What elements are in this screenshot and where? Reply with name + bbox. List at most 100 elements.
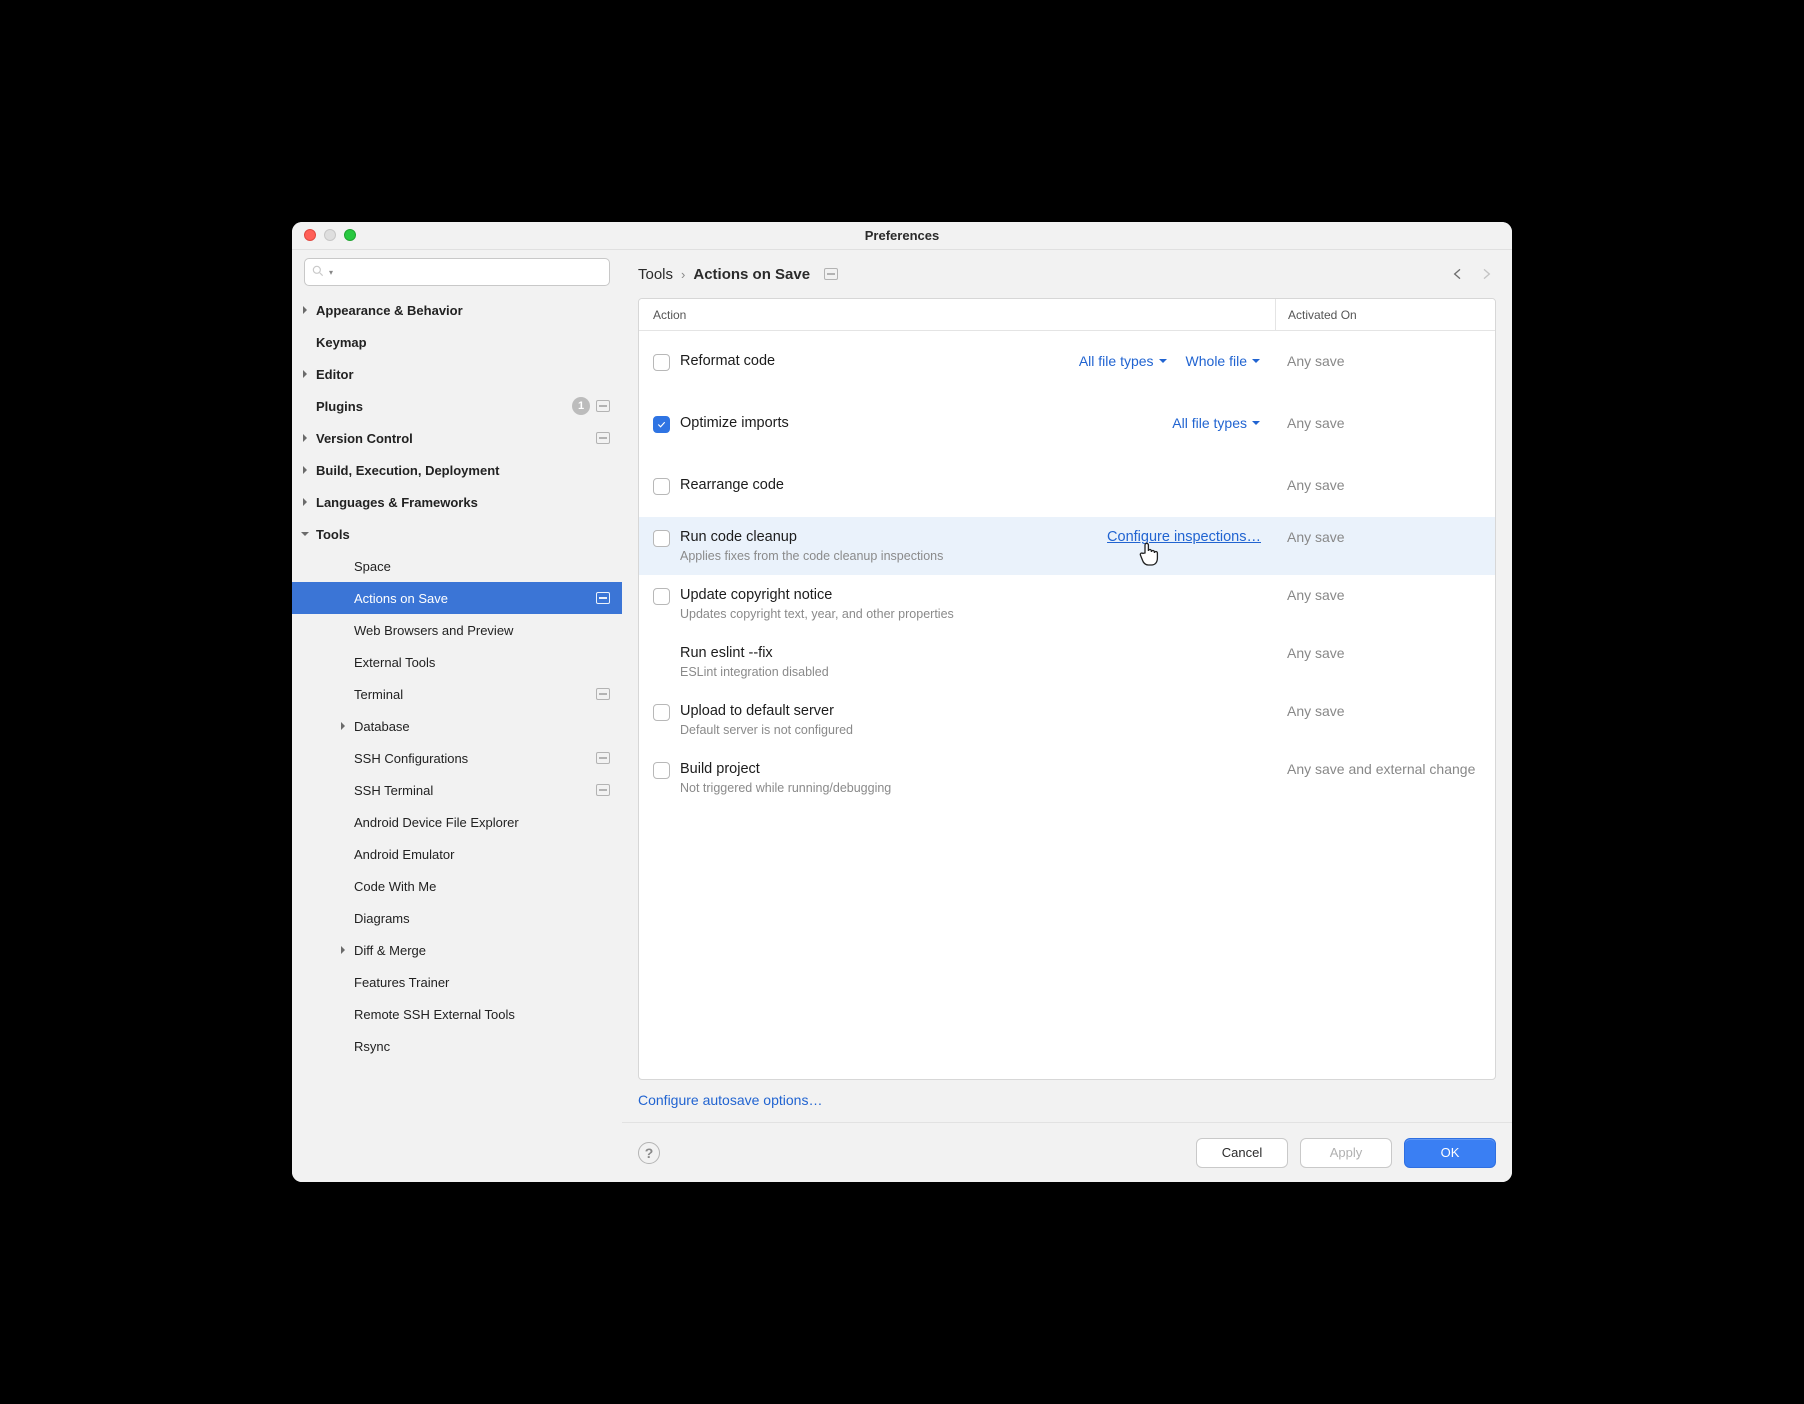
nav-item-ssh-terminal[interactable]: SSH Terminal (292, 774, 622, 806)
nav-label: Android Device File Explorer (354, 815, 610, 830)
nav-item-android-emulator[interactable]: Android Emulator (292, 838, 622, 870)
configure-autosave-link[interactable]: Configure autosave options… (638, 1092, 1496, 1108)
sidebar: ▾ Appearance & Behavior Keymap Editor Plugi… (292, 250, 622, 1182)
nav-item-languages-frameworks[interactable]: Languages & Frameworks (292, 486, 622, 518)
nav-item-code-with-me[interactable]: Code With Me (292, 870, 622, 902)
search-input[interactable] (337, 264, 603, 281)
chevron-right-icon[interactable] (298, 495, 312, 509)
nav-item-build-execution-deployment[interactable]: Build, Execution, Deployment (292, 454, 622, 486)
nav-item-diagrams[interactable]: Diagrams (292, 902, 622, 934)
nav-item-external-tools[interactable]: External Tools (292, 646, 622, 678)
nav-item-actions-on-save[interactable]: Actions on Save (292, 582, 622, 614)
search-box[interactable]: ▾ (304, 258, 610, 286)
table-row[interactable]: Optimize importsAll file typesAny save (639, 393, 1495, 455)
badge: 1 (572, 397, 590, 415)
chevron-right-icon[interactable] (298, 463, 312, 477)
chevron-right-icon[interactable] (298, 303, 312, 317)
nav-item-remote-ssh-external-tools[interactable]: Remote SSH External Tools (292, 998, 622, 1030)
close-icon[interactable] (304, 229, 316, 241)
actions-table: Action Activated On Reformat codeAll fil… (638, 298, 1496, 1080)
table-header: Action Activated On (639, 299, 1495, 331)
nav-label: Space (354, 559, 610, 574)
activated-on: Any save (1275, 529, 1495, 545)
nav-label: Keymap (316, 335, 610, 350)
dropdown[interactable]: All file types (1172, 415, 1261, 431)
maximize-icon[interactable] (344, 229, 356, 241)
nav-label: Database (354, 719, 610, 734)
nav-item-keymap[interactable]: Keymap (292, 326, 622, 358)
nav-label: Editor (316, 367, 610, 382)
nav-item-diff-merge[interactable]: Diff & Merge (292, 934, 622, 966)
nav-forward-button[interactable] (1476, 264, 1496, 284)
project-scope-icon (824, 268, 838, 280)
table-row[interactable]: Upload to default serverDefault server i… (639, 691, 1495, 749)
nav-item-android-device-file-explorer[interactable]: Android Device File Explorer (292, 806, 622, 838)
nav-label: Terminal (354, 687, 590, 702)
table-row[interactable]: Update copyright noticeUpdates copyright… (639, 575, 1495, 633)
dropdown[interactable]: Whole file (1186, 353, 1261, 369)
nav-item-editor[interactable]: Editor (292, 358, 622, 390)
nav-item-tools[interactable]: Tools (292, 518, 622, 550)
checkbox[interactable] (653, 478, 670, 495)
breadcrumb-parent[interactable]: Tools (638, 266, 673, 283)
checkbox[interactable] (653, 354, 670, 371)
nav-label: Diff & Merge (354, 943, 610, 958)
table-row[interactable]: Run eslint --fixESLint integration disab… (639, 633, 1495, 691)
chevron-right-icon[interactable] (298, 431, 312, 445)
action-description: Applies fixes from the code cleanup insp… (680, 549, 1107, 563)
configure-inspections-link[interactable]: Configure inspections… (1107, 529, 1261, 545)
nav-item-terminal[interactable]: Terminal (292, 678, 622, 710)
nav-item-appearance-behavior[interactable]: Appearance & Behavior (292, 294, 622, 326)
help-button[interactable]: ? (638, 1142, 660, 1164)
checkbox[interactable] (653, 416, 670, 433)
table-row[interactable]: Build projectNot triggered while running… (639, 749, 1495, 807)
nav-item-ssh-configurations[interactable]: SSH Configurations (292, 742, 622, 774)
table-row[interactable]: Reformat codeAll file typesWhole fileAny… (639, 331, 1495, 393)
dropdown[interactable]: All file types (1079, 353, 1168, 369)
action-title: Rearrange code (680, 477, 1261, 493)
cancel-button[interactable]: Cancel (1196, 1138, 1288, 1168)
chevron-right-icon[interactable] (298, 367, 312, 381)
nav-label: Actions on Save (354, 591, 590, 606)
nav-label: Remote SSH External Tools (354, 1007, 610, 1022)
activated-on: Any save and external change (1275, 761, 1495, 777)
nav-item-rsync[interactable]: Rsync (292, 1030, 622, 1062)
action-title: Optimize imports (680, 415, 1172, 431)
footer: ? Cancel Apply OK (622, 1122, 1512, 1182)
checkbox[interactable] (653, 588, 670, 605)
nav-item-features-trainer[interactable]: Features Trainer (292, 966, 622, 998)
checkbox[interactable] (653, 704, 670, 721)
nav-label: Appearance & Behavior (316, 303, 610, 318)
titlebar: Preferences (292, 222, 1512, 250)
table-row[interactable]: Run code cleanup Applies fixes from the c… (639, 517, 1495, 575)
chevron-right-icon[interactable] (336, 719, 350, 733)
checkbox[interactable] (653, 762, 670, 779)
action-cell: Optimize importsAll file types (639, 415, 1275, 433)
chevron-right-icon[interactable] (336, 943, 350, 957)
minimize-icon[interactable] (324, 229, 336, 241)
search-dropdown-icon[interactable]: ▾ (329, 268, 333, 277)
nav-item-version-control[interactable]: Version Control (292, 422, 622, 454)
apply-button[interactable]: Apply (1300, 1138, 1392, 1168)
cursor-hand-icon (1138, 541, 1160, 570)
header-activated: Activated On (1275, 299, 1495, 330)
action-description: Default server is not configured (680, 723, 1261, 737)
table-row[interactable]: Rearrange codeAny save (639, 455, 1495, 517)
activated-on: Any save (1275, 353, 1495, 369)
chevron-down-icon[interactable] (298, 527, 312, 541)
nav-item-database[interactable]: Database (292, 710, 622, 742)
main-panel: Tools › Actions on Save Action Activated… (622, 250, 1512, 1182)
action-title: Run code cleanup (680, 529, 1107, 545)
activated-on: Any save (1275, 703, 1495, 719)
ok-button[interactable]: OK (1404, 1138, 1496, 1168)
chevron-down-icon (1158, 356, 1168, 366)
checkbox[interactable] (653, 530, 670, 547)
action-description: ESLint integration disabled (680, 665, 1261, 679)
nav-item-plugins[interactable]: Plugins1 (292, 390, 622, 422)
nav-tree[interactable]: Appearance & Behavior Keymap Editor Plugins… (292, 294, 622, 1182)
nav-item-space[interactable]: Space (292, 550, 622, 582)
project-scope-icon (596, 432, 610, 444)
nav-back-button[interactable] (1448, 264, 1468, 284)
nav-item-web-browsers-and-preview[interactable]: Web Browsers and Preview (292, 614, 622, 646)
action-cell: Upload to default serverDefault server i… (639, 703, 1275, 737)
